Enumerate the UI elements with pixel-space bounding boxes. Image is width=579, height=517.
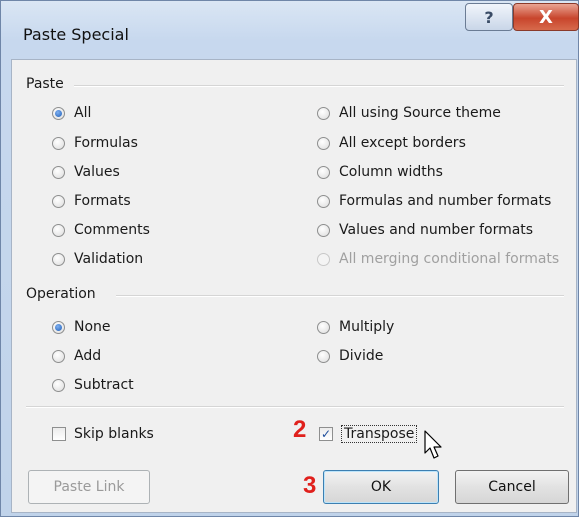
radio-paste-all-merging-conditional-formats: All merging conditional formats — [317, 248, 559, 270]
checkbox-label: Transpose — [341, 425, 418, 443]
radio-button-icon — [52, 136, 65, 150]
operation-group-divider — [116, 295, 564, 297]
option-label: Divide — [339, 348, 384, 364]
title-bar: Paste Special ? X — [1, 1, 579, 59]
option-label: Values and number formats — [339, 222, 534, 238]
step-3-annotation: 3 — [303, 472, 317, 499]
radio-button-icon — [317, 252, 330, 266]
radio-paste-all[interactable]: All — [52, 102, 91, 124]
radio-button-icon — [52, 378, 65, 392]
radio-paste-formulas[interactable]: Formulas — [52, 132, 138, 154]
option-label: Formats — [74, 193, 131, 209]
cancel-button[interactable]: Cancel — [455, 470, 569, 504]
radio-paste-values-number-formats[interactable]: Values and number formats — [317, 219, 533, 241]
radio-button-icon — [317, 136, 330, 150]
option-label: Values — [74, 164, 120, 180]
checkbox-section-divider — [26, 406, 564, 408]
checkbox-label: Skip blanks — [74, 426, 154, 442]
radio-button-icon — [317, 106, 330, 120]
button-label: Paste Link — [53, 479, 125, 495]
radio-operation-subtract[interactable]: Subtract — [52, 374, 134, 396]
option-label: Formulas and number formats — [339, 193, 552, 209]
option-label: Formulas — [74, 135, 138, 151]
option-label: Multiply — [339, 319, 395, 335]
help-icon: ? — [484, 7, 494, 27]
radio-button-icon — [52, 349, 65, 363]
button-label: Cancel — [488, 479, 536, 495]
option-label: Column widths — [339, 164, 443, 180]
radio-button-icon — [52, 165, 65, 179]
option-label: None — [74, 319, 111, 335]
radio-paste-values[interactable]: Values — [52, 161, 120, 183]
skip-blanks-checkbox[interactable]: Skip blanks — [52, 423, 154, 445]
option-label: All merging conditional formats — [339, 251, 560, 267]
radio-operation-none[interactable]: None — [52, 316, 111, 338]
radio-paste-all-except-borders[interactable]: All except borders — [317, 132, 466, 154]
operation-group-label: Operation — [26, 286, 96, 302]
checkmark-icon: ✓ — [319, 427, 333, 441]
radio-paste-comments[interactable]: Comments — [52, 219, 150, 241]
option-label: Validation — [74, 251, 144, 267]
option-label: Subtract — [74, 377, 134, 393]
paste-group-label: Paste — [26, 76, 64, 92]
radio-operation-multiply[interactable]: Multiply — [317, 316, 394, 338]
radio-button-icon — [317, 194, 330, 208]
radio-button-icon — [317, 165, 330, 179]
option-label: All using Source theme — [339, 105, 501, 121]
step-2-annotation: 2 — [293, 416, 307, 443]
radio-button-icon — [317, 320, 330, 334]
paste-link-button[interactable]: Paste Link — [28, 470, 150, 504]
radio-paste-column-widths[interactable]: Column widths — [317, 161, 443, 183]
radio-paste-validation[interactable]: Validation — [52, 248, 143, 270]
paste-special-dialog: Paste Special ? X Paste All Formulas Val… — [0, 0, 579, 517]
dialog-client-area: Paste All Formulas Values Formats Commen… — [11, 59, 577, 513]
close-button[interactable]: X — [513, 3, 579, 31]
ok-button[interactable]: OK — [323, 470, 439, 504]
button-label: OK — [370, 479, 392, 495]
radio-paste-formats[interactable]: Formats — [52, 190, 131, 212]
radio-button-icon — [52, 106, 65, 120]
mouse-pointer-icon — [424, 430, 442, 459]
radio-operation-divide[interactable]: Divide — [317, 345, 383, 367]
radio-button-icon — [317, 223, 330, 237]
help-button[interactable]: ? — [465, 3, 513, 31]
close-icon: X — [539, 6, 553, 28]
radio-paste-all-source-theme[interactable]: All using Source theme — [317, 102, 501, 124]
radio-button-icon — [52, 320, 65, 334]
radio-paste-formulas-number-formats[interactable]: Formulas and number formats — [317, 190, 551, 212]
radio-button-icon — [52, 252, 65, 266]
checkbox-box-icon — [52, 427, 66, 441]
radio-button-icon — [52, 223, 65, 237]
radio-operation-add[interactable]: Add — [52, 345, 101, 367]
transpose-checkbox[interactable]: ✓ Transpose — [319, 423, 418, 445]
option-label: All except borders — [339, 135, 466, 151]
paste-group-divider — [74, 85, 564, 87]
radio-button-icon — [52, 194, 65, 208]
radio-button-icon — [317, 349, 330, 363]
dialog-title: Paste Special — [23, 25, 129, 44]
option-label: Comments — [74, 222, 150, 238]
option-label: All — [74, 105, 92, 121]
option-label: Add — [74, 348, 102, 364]
